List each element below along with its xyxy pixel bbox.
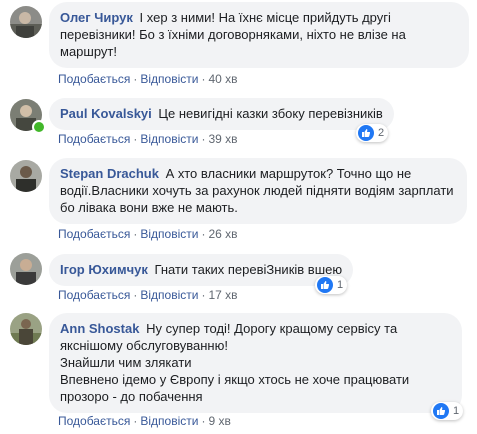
avatar[interactable] <box>10 160 42 192</box>
comment-time[interactable]: 26 хв <box>208 227 237 241</box>
comment-time[interactable]: 9 хв <box>208 414 230 428</box>
avatar[interactable] <box>10 313 42 345</box>
comment-bubble: Ann Shostak Ну супер тоді! Дорогу кращом… <box>49 313 462 413</box>
reply-link[interactable]: Відповісти <box>140 288 198 302</box>
like-link[interactable]: Подобається <box>58 414 130 428</box>
comment-text: Це невигідні казки збоку перевізників <box>158 106 383 121</box>
comment-author[interactable]: Paul Kovalskyi <box>60 106 152 121</box>
comment-bubble: Stepan Drachuk А хто власники маршруток?… <box>49 158 467 224</box>
comment-time[interactable]: 39 хв <box>208 132 237 146</box>
reply-link[interactable]: Відповісти <box>140 72 198 86</box>
comment-author[interactable]: Ігор Юхимчук <box>60 262 148 277</box>
reaction-number: 1 <box>453 405 460 417</box>
comment-time[interactable]: 40 хв <box>208 72 237 86</box>
like-link[interactable]: Подобається <box>58 227 130 241</box>
reaction-count[interactable]: 1 <box>431 402 464 420</box>
comment-actions: Подобається · Відповісти · 17 хв <box>58 288 238 302</box>
comment-text: Гнати таких перевіЗників вшею <box>154 262 343 277</box>
like-link[interactable]: Подобається <box>58 288 130 302</box>
reaction-count[interactable]: 2 <box>356 124 389 142</box>
comment-author[interactable]: Ann Shostak <box>60 321 139 336</box>
like-icon <box>433 403 449 419</box>
comment-bubble: Paul Kovalskyi Це невигідні казки збоку … <box>49 98 394 130</box>
reaction-count[interactable]: 1 <box>315 276 348 294</box>
reply-link[interactable]: Відповісти <box>140 227 198 241</box>
avatar[interactable] <box>10 253 42 285</box>
reaction-number: 1 <box>337 279 344 291</box>
comment-author[interactable]: Олег Чирук <box>60 10 133 25</box>
comment-bubble: Ігор Юхимчук Гнати таких перевіЗників вш… <box>49 254 354 286</box>
comment-author[interactable]: Stepan Drachuk <box>60 166 159 181</box>
comment-actions: Подобається · Відповісти · 39 хв <box>58 132 238 146</box>
comment-actions: Подобається · Відповісти · 40 хв <box>58 72 238 86</box>
like-icon <box>358 125 374 141</box>
online-status-dot <box>32 120 46 134</box>
comment-time[interactable]: 17 хв <box>208 288 237 302</box>
comment-actions: Подобається · Відповісти · 9 хв <box>58 414 231 428</box>
like-link[interactable]: Подобається <box>58 72 130 86</box>
comment-text-line: Впевнено ідемо у Європу і якщо хтось не … <box>60 372 410 404</box>
reaction-number: 2 <box>378 127 385 139</box>
comment-text-line: Знайшли чим злякати <box>60 355 192 370</box>
reply-link[interactable]: Відповісти <box>140 414 198 428</box>
reply-link[interactable]: Відповісти <box>140 132 198 146</box>
like-link[interactable]: Подобається <box>58 132 130 146</box>
avatar[interactable] <box>10 6 42 38</box>
comment-bubble: Олег Чирук І хер з ними! На їхнє місце п… <box>49 2 469 68</box>
comment-actions: Подобається · Відповісти · 26 хв <box>58 227 238 241</box>
like-icon <box>317 277 333 293</box>
